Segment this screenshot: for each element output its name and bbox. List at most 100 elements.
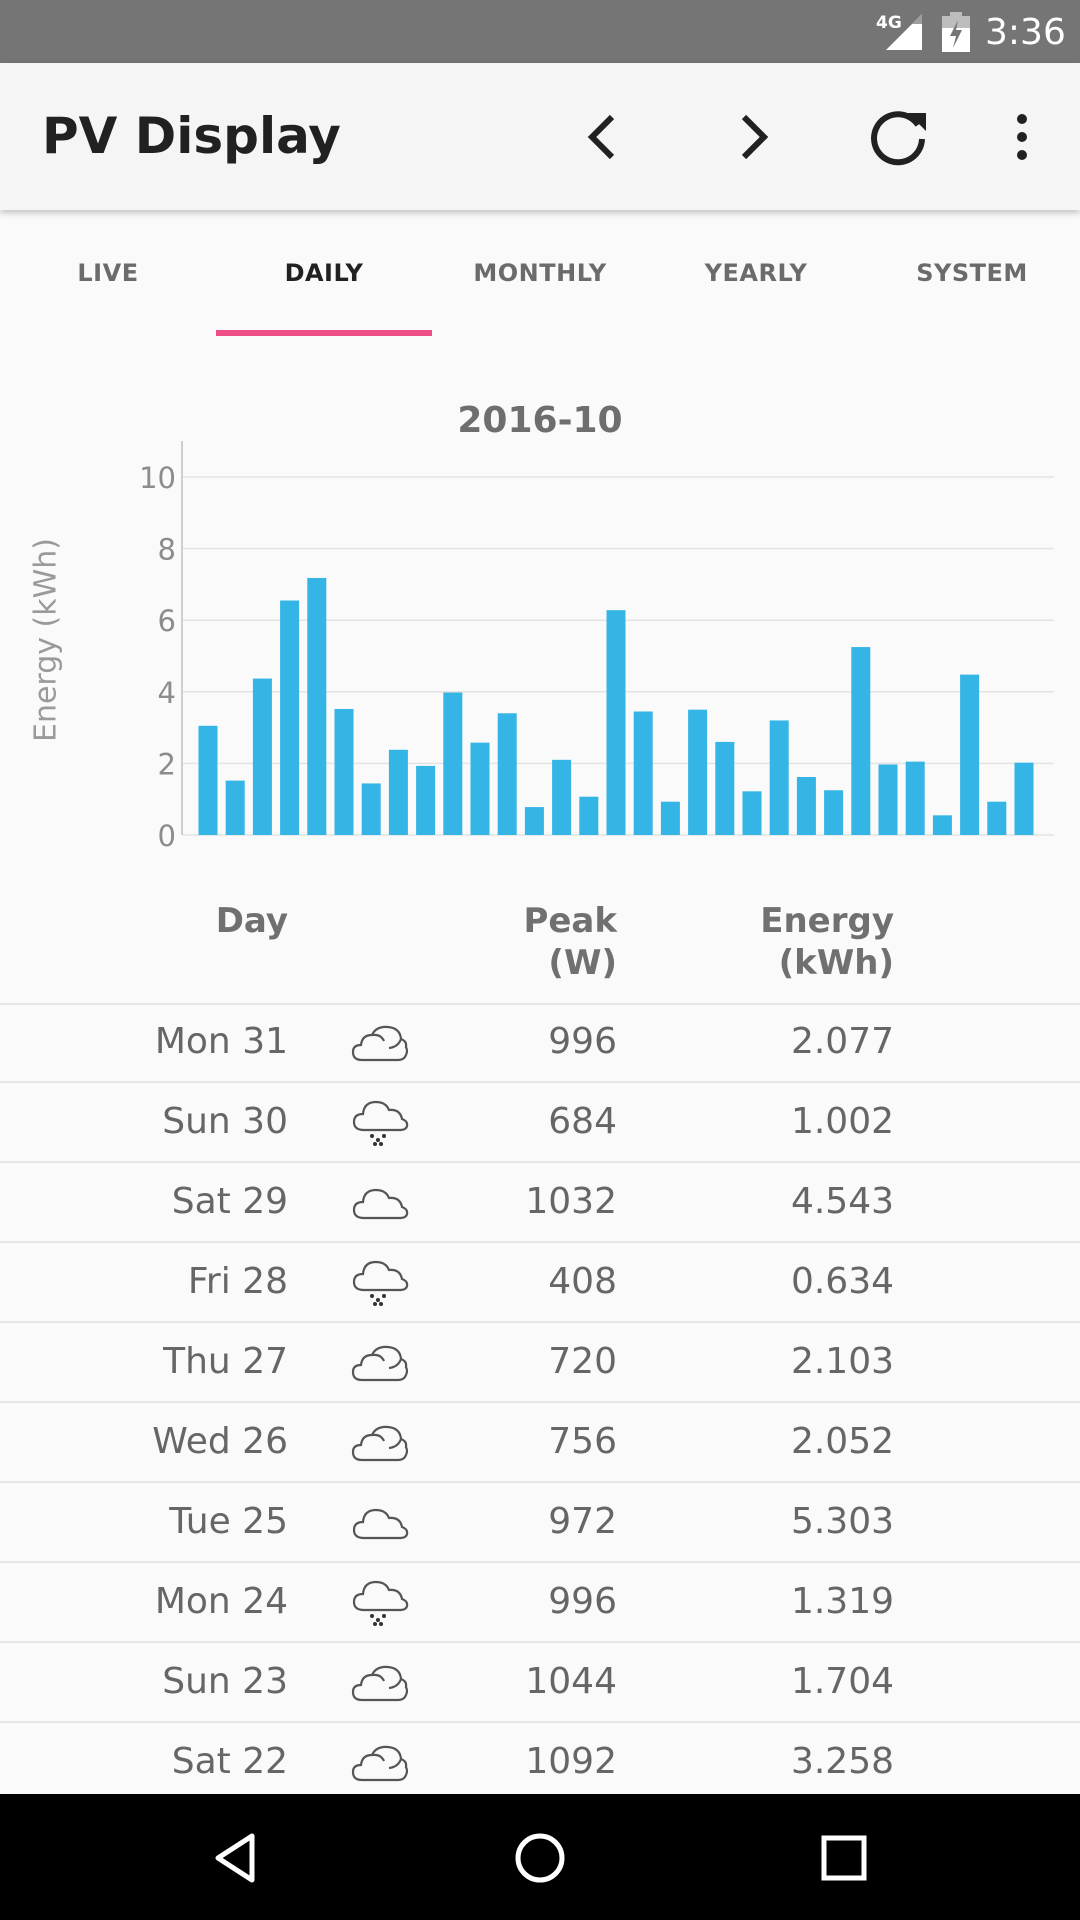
- chart-bar-day-5: [307, 577, 327, 835]
- next-button[interactable]: [716, 101, 788, 173]
- day-cell: Sat 29: [171, 1181, 288, 1222]
- navigation-bar: [0, 1794, 1080, 1920]
- rain-icon: [352, 1100, 409, 1146]
- chart-bar-day-12: [497, 713, 517, 835]
- chart-bar-day-2: [225, 780, 245, 835]
- app-title: PV Display: [42, 107, 341, 165]
- cloud-icon: [352, 1188, 409, 1220]
- y-tick-label: 0: [158, 819, 176, 853]
- table-row[interactable]: Fri 28 408 0.634: [0, 1243, 1080, 1323]
- rain-icon: [352, 1260, 409, 1306]
- chart-bar-day-22: [769, 720, 789, 835]
- chart-bar-day-8: [388, 749, 408, 835]
- tab-indicator: [216, 330, 432, 336]
- daily-table: Mon 31 996 2.077 Sun 30 684 1.002 Sat 29…: [0, 1003, 1080, 1803]
- y-tick-label: 8: [158, 533, 176, 567]
- cloudy-icon: [351, 1425, 409, 1462]
- table-row[interactable]: Sun 30 684 1.002: [0, 1083, 1080, 1163]
- chart-bar-day-15: [579, 796, 599, 835]
- previous-button[interactable]: [568, 101, 640, 173]
- tab-system[interactable]: SYSTEM: [864, 210, 1080, 336]
- header-peak-unit: (W): [548, 943, 617, 983]
- day-cell: Fri 28: [187, 1261, 288, 1302]
- energy-cell: 1.704: [790, 1661, 894, 1702]
- table-row[interactable]: Sat 22 1092 3.258: [0, 1723, 1080, 1803]
- cloudy-icon: [351, 1345, 409, 1382]
- chart-bar-day-30: [987, 801, 1007, 835]
- chart-bar-day-16: [606, 610, 626, 835]
- day-cell: Mon 31: [154, 1021, 288, 1062]
- day-cell: Mon 24: [154, 1581, 288, 1622]
- chart-bar-day-13: [524, 807, 544, 835]
- day-cell: Sat 22: [171, 1741, 288, 1782]
- chart-bar-day-10: [443, 692, 463, 835]
- chart-bar-day-24: [824, 790, 844, 835]
- chart-bar-day-29: [960, 674, 980, 835]
- header-energy: Energy: [760, 901, 894, 941]
- tab-live[interactable]: LIVE: [0, 210, 216, 336]
- day-cell: Wed 26: [152, 1421, 288, 1462]
- chart-bar-day-11: [470, 742, 490, 835]
- recents-icon[interactable]: [808, 1822, 880, 1894]
- chevron-right-icon: [741, 114, 769, 160]
- chart-bar-day-21: [742, 791, 762, 835]
- cloudy-icon: [351, 1745, 409, 1782]
- y-tick-label: 4: [158, 676, 176, 710]
- chart-bar-day-25: [851, 647, 871, 835]
- chart-bar-day-17: [633, 711, 653, 835]
- cloudy-icon: [351, 1025, 409, 1062]
- chart-bar-day-26: [878, 764, 898, 835]
- refresh-button[interactable]: [864, 101, 936, 173]
- clock: 3:36: [985, 12, 1066, 53]
- chart-bar-day-9: [416, 765, 436, 835]
- chart-bar-day-23: [796, 777, 816, 835]
- header-peak: Peak: [523, 901, 617, 941]
- tab-bar: LIVE DAILY MONTHLY YEARLY SYSTEM: [0, 210, 1080, 336]
- table-row[interactable]: Mon 24 996 1.319: [0, 1563, 1080, 1643]
- chevron-left-icon: [587, 114, 615, 160]
- energy-cell: 1.002: [790, 1101, 894, 1142]
- chart-bar-day-4: [280, 600, 300, 835]
- tab-yearly[interactable]: YEARLY: [648, 210, 864, 336]
- chart-bar-day-3: [252, 678, 272, 835]
- table-row[interactable]: Wed 26 756 2.052: [0, 1403, 1080, 1483]
- peak-cell: 1032: [525, 1181, 617, 1222]
- status-bar: 4G 3:36: [0, 0, 1080, 63]
- chart-bar-day-14: [552, 759, 572, 835]
- energy-bar-chart: 0 2 4 6 8 10: [139, 441, 1054, 853]
- cloudy-icon: [351, 1665, 409, 1702]
- energy-cell: 2.052: [790, 1421, 894, 1462]
- energy-cell: 2.103: [790, 1341, 894, 1382]
- chart-bar-day-19: [688, 709, 708, 835]
- y-tick-label: 2: [158, 747, 176, 781]
- chart-bar-day-18: [660, 801, 680, 835]
- table-row[interactable]: Sat 29 1032 4.543: [0, 1163, 1080, 1243]
- chart-bar-day-1: [198, 725, 218, 835]
- energy-cell: 1.319: [790, 1581, 894, 1622]
- header-day: Day: [215, 901, 288, 941]
- peak-cell: 684: [548, 1101, 617, 1142]
- day-cell: Tue 25: [169, 1501, 288, 1542]
- peak-cell: 996: [548, 1581, 617, 1622]
- table-row[interactable]: Sun 23 1044 1.704: [0, 1643, 1080, 1723]
- tab-monthly[interactable]: MONTHLY: [432, 210, 648, 336]
- header-energy-unit: (kWh): [778, 943, 894, 983]
- refresh-icon: [871, 111, 926, 166]
- day-cell: Thu 27: [163, 1341, 288, 1382]
- cloud-icon: [352, 1508, 409, 1540]
- chart-bar-day-27: [905, 761, 925, 835]
- home-icon[interactable]: [504, 1822, 576, 1894]
- day-cell: Sun 30: [162, 1101, 288, 1142]
- energy-cell: 0.634: [790, 1261, 894, 1302]
- table-row[interactable]: Mon 31 996 2.077: [0, 1003, 1080, 1083]
- energy-cell: 4.543: [790, 1181, 894, 1222]
- table-row[interactable]: Tue 25 972 5.303: [0, 1483, 1080, 1563]
- tab-daily[interactable]: DAILY: [216, 210, 432, 336]
- peak-cell: 720: [548, 1341, 617, 1382]
- peak-cell: 996: [548, 1021, 617, 1062]
- overflow-menu-button[interactable]: [986, 101, 1058, 173]
- peak-cell: 408: [548, 1261, 617, 1302]
- peak-cell: 1092: [525, 1741, 617, 1782]
- table-row[interactable]: Thu 27 720 2.103: [0, 1323, 1080, 1403]
- back-icon[interactable]: [200, 1822, 272, 1894]
